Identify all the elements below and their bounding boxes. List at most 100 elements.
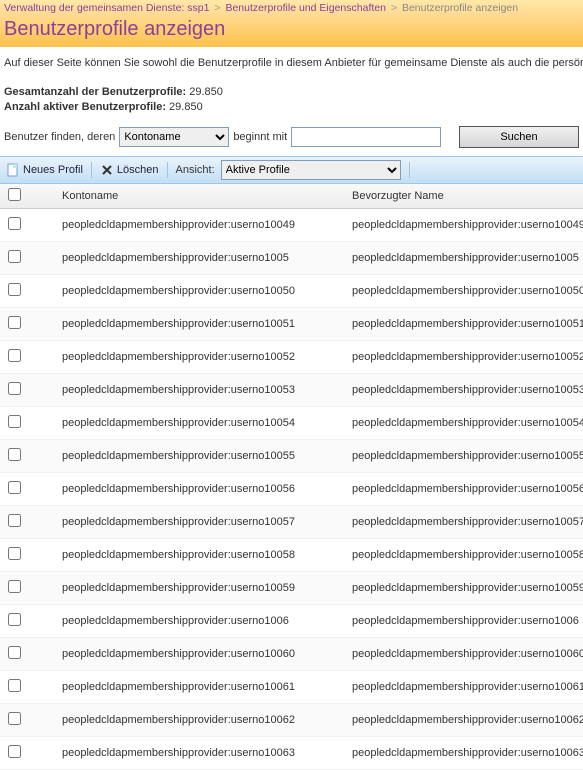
search-field-select[interactable]: Kontoname <box>119 127 229 147</box>
table-row: peopledcldapmembershipprovider:userno100… <box>0 703 583 736</box>
header-account[interactable]: Kontoname <box>56 184 346 209</box>
row-spacer <box>28 208 56 241</box>
intro-text: Auf dieser Seite können Sie sowohl die B… <box>0 47 583 73</box>
toolbar: Neues Profil Löschen Ansicht: Aktive Pro… <box>0 156 583 184</box>
row-checkbox[interactable] <box>8 712 21 725</box>
cell-preferred: peopledcldapmembershipprovider:userno100… <box>346 538 583 571</box>
table-row: peopledcldapmembershipprovider:userno100… <box>0 241 583 274</box>
cell-account[interactable]: peopledcldapmembershipprovider:userno100… <box>56 604 346 637</box>
toolbar-separator <box>167 162 168 178</box>
toolbar-separator <box>409 162 410 178</box>
cell-account[interactable]: peopledcldapmembershipprovider:userno100… <box>56 208 346 241</box>
row-checkbox[interactable] <box>8 415 21 428</box>
cell-account[interactable]: peopledcldapmembershipprovider:userno100… <box>56 703 346 736</box>
view-label: Ansicht: <box>176 164 215 176</box>
row-checkbox[interactable] <box>8 382 21 395</box>
search-button[interactable]: Suchen <box>459 126 579 148</box>
table-row: peopledcldapmembershipprovider:userno100… <box>0 505 583 538</box>
cell-account[interactable]: peopledcldapmembershipprovider:userno100… <box>56 373 346 406</box>
table-row: peopledcldapmembershipprovider:userno100… <box>0 340 583 373</box>
row-checkbox[interactable] <box>8 217 21 230</box>
table-row: peopledcldapmembershipprovider:userno100… <box>0 406 583 439</box>
table-row: peopledcldapmembershipprovider:userno100… <box>0 637 583 670</box>
row-checkbox[interactable] <box>8 547 21 560</box>
row-spacer <box>28 736 56 769</box>
table-row: peopledcldapmembershipprovider:userno100… <box>0 472 583 505</box>
row-spacer <box>28 274 56 307</box>
cell-account[interactable]: peopledcldapmembershipprovider:userno100… <box>56 340 346 373</box>
header-spacer <box>28 184 56 209</box>
select-all-checkbox[interactable] <box>8 188 21 201</box>
table-row: peopledcldapmembershipprovider:userno100… <box>0 307 583 340</box>
row-spacer <box>28 670 56 703</box>
cell-account[interactable]: peopledcldapmembershipprovider:userno100… <box>56 571 346 604</box>
row-checkbox[interactable] <box>8 250 21 263</box>
row-checkbox[interactable] <box>8 646 21 659</box>
new-profile-button[interactable]: Neues Profil <box>6 163 83 177</box>
header-preferred[interactable]: Bevorzugter Name <box>346 184 583 209</box>
row-spacer <box>28 307 56 340</box>
cell-preferred: peopledcldapmembershipprovider:userno100… <box>346 208 583 241</box>
cell-preferred: peopledcldapmembershipprovider:userno100… <box>346 736 583 769</box>
row-checkbox[interactable] <box>8 745 21 758</box>
cell-preferred: peopledcldapmembershipprovider:userno100… <box>346 274 583 307</box>
active-profiles-value: 29.850 <box>169 101 203 113</box>
row-spacer <box>28 604 56 637</box>
row-spacer <box>28 439 56 472</box>
cell-account[interactable]: peopledcldapmembershipprovider:userno100… <box>56 670 346 703</box>
search-input[interactable] <box>291 127 441 147</box>
row-spacer <box>28 571 56 604</box>
cell-preferred: peopledcldapmembershipprovider:userno100… <box>346 571 583 604</box>
cell-preferred: peopledcldapmembershipprovider:userno100… <box>346 670 583 703</box>
row-checkbox[interactable] <box>8 514 21 527</box>
row-checkbox[interactable] <box>8 283 21 296</box>
row-checkbox[interactable] <box>8 613 21 626</box>
cell-account[interactable]: peopledcldapmembershipprovider:userno100… <box>56 736 346 769</box>
row-checkbox[interactable] <box>8 448 21 461</box>
row-spacer <box>28 703 56 736</box>
cell-account[interactable]: peopledcldapmembershipprovider:userno100… <box>56 637 346 670</box>
row-checkbox[interactable] <box>8 679 21 692</box>
row-checkbox[interactable] <box>8 481 21 494</box>
profiles-table: Kontoname Bevorzugter Name peopledcldapm… <box>0 184 583 770</box>
cell-account[interactable]: peopledcldapmembershipprovider:userno100… <box>56 439 346 472</box>
cell-account[interactable]: peopledcldapmembershipprovider:userno100… <box>56 307 346 340</box>
table-row: peopledcldapmembershipprovider:userno100… <box>0 538 583 571</box>
stats-block: Gesamtanzahl der Benutzerprofile: 29.850… <box>0 73 583 116</box>
row-spacer <box>28 373 56 406</box>
row-checkbox[interactable] <box>8 580 21 593</box>
table-row: peopledcldapmembershipprovider:userno100… <box>0 373 583 406</box>
cell-preferred: peopledcldapmembershipprovider:userno100… <box>346 637 583 670</box>
cell-account[interactable]: peopledcldapmembershipprovider:userno100… <box>56 472 346 505</box>
row-spacer <box>28 340 56 373</box>
delete-button[interactable]: Löschen <box>100 163 159 177</box>
view-select[interactable]: Aktive Profile <box>221 160 401 180</box>
table-row: peopledcldapmembershipprovider:userno100… <box>0 670 583 703</box>
row-spacer <box>28 241 56 274</box>
cell-preferred: peopledcldapmembershipprovider:userno100… <box>346 340 583 373</box>
new-profile-label: Neues Profil <box>23 164 83 176</box>
cell-account[interactable]: peopledcldapmembershipprovider:userno100… <box>56 505 346 538</box>
cell-account[interactable]: peopledcldapmembershipprovider:userno100… <box>56 241 346 274</box>
row-spacer <box>28 406 56 439</box>
breadcrumb-link-2[interactable]: Benutzerprofile und Eigenschaften <box>225 2 386 14</box>
cell-preferred: peopledcldapmembershipprovider:userno100… <box>346 604 583 637</box>
table-row: peopledcldapmembershipprovider:userno100… <box>0 571 583 604</box>
cell-account[interactable]: peopledcldapmembershipprovider:userno100… <box>56 274 346 307</box>
new-document-icon <box>6 163 20 177</box>
row-checkbox[interactable] <box>8 316 21 329</box>
cell-account[interactable]: peopledcldapmembershipprovider:userno100… <box>56 538 346 571</box>
chevron-right-icon: > <box>391 2 397 14</box>
cell-preferred: peopledcldapmembershipprovider:userno100… <box>346 505 583 538</box>
table-row: peopledcldapmembershipprovider:userno100… <box>0 439 583 472</box>
breadcrumb: Verwaltung der gemeinsamen Dienste: ssp1… <box>0 0 583 16</box>
table-row: peopledcldapmembershipprovider:userno100… <box>0 274 583 307</box>
toolbar-separator <box>91 162 92 178</box>
breadcrumb-link-1[interactable]: Verwaltung der gemeinsamen Dienste: ssp1 <box>4 2 209 14</box>
total-profiles-value: 29.850 <box>189 86 223 98</box>
row-checkbox[interactable] <box>8 349 21 362</box>
cell-account[interactable]: peopledcldapmembershipprovider:userno100… <box>56 406 346 439</box>
search-beginswith-label: beginnt mit <box>233 131 287 143</box>
search-row: Benutzer finden, deren Kontoname beginnt… <box>0 116 583 156</box>
cell-preferred: peopledcldapmembershipprovider:userno100… <box>346 703 583 736</box>
